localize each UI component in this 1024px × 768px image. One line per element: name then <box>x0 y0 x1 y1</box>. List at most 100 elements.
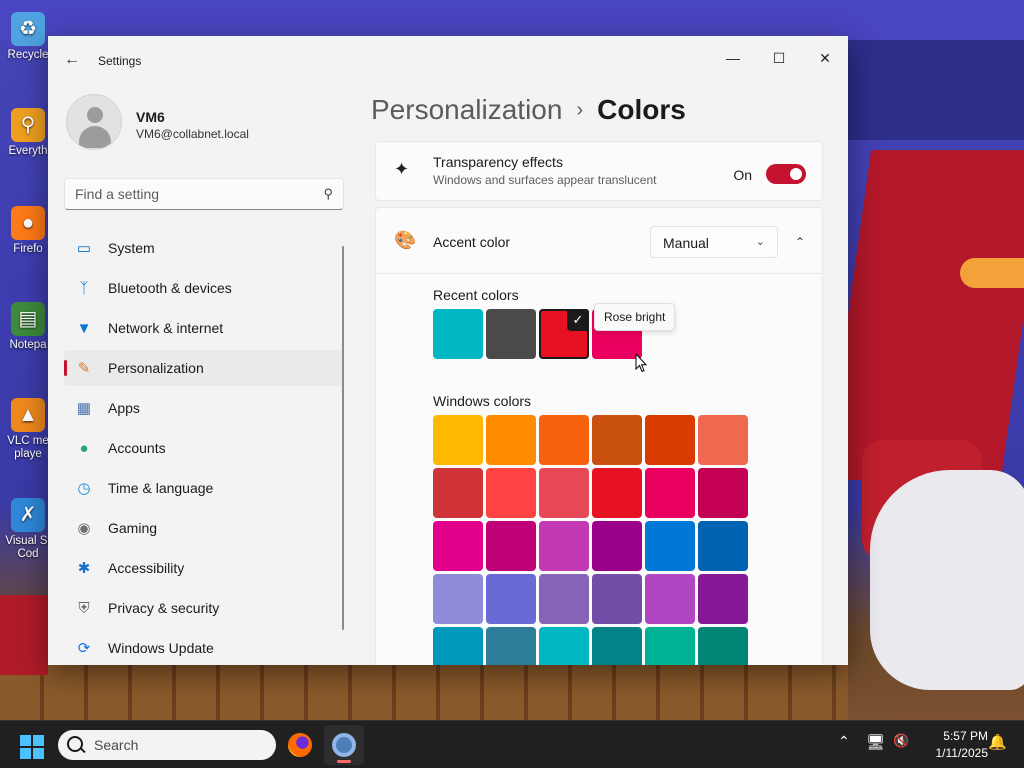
avatar-head-shape <box>87 107 103 123</box>
windows-color-swatch[interactable] <box>539 521 589 571</box>
windows-color-swatch[interactable] <box>698 574 748 624</box>
windows-color-swatch[interactable] <box>486 574 536 624</box>
windows-color-swatch[interactable] <box>645 468 695 518</box>
sidebar-item-accounts[interactable]: ● Accounts <box>64 430 344 466</box>
firefox-taskbar-button[interactable] <box>280 725 320 765</box>
sidebar-item-system[interactable]: ▭ System <box>64 230 344 266</box>
search-input[interactable] <box>75 185 305 203</box>
user-name: VM6 <box>136 109 165 125</box>
sidebar-item-accessibility[interactable]: ✱ Accessibility <box>64 550 344 586</box>
sidebar-item-bluetooth-devices[interactable]: ᛉ Bluetooth & devices <box>64 270 344 306</box>
back-arrow-icon[interactable]: ← <box>62 50 82 70</box>
windows-color-swatch[interactable] <box>645 574 695 624</box>
windows-color-swatch[interactable] <box>486 415 536 465</box>
network-icon[interactable]: 🖥 <box>866 733 885 751</box>
windows-color-swatch[interactable] <box>698 468 748 518</box>
windows-color-swatch[interactable] <box>433 521 483 571</box>
wallpaper-shape <box>0 595 48 675</box>
windows-color-swatch[interactable] <box>486 521 536 571</box>
sidebar-nav: ▭ System ᛉ Bluetooth & devices ▼ Network & in… <box>64 230 344 665</box>
wallpaper-shape <box>0 0 1024 40</box>
windows-colors-label: Windows colors <box>433 393 532 409</box>
avatar[interactable] <box>66 94 122 150</box>
sidebar-item-label: Gaming <box>108 520 158 536</box>
windows-color-swatch[interactable] <box>592 468 642 518</box>
accessibility-icon: ✱ <box>77 560 91 577</box>
chevron-down-icon: ⌄ <box>755 236 765 248</box>
color-tooltip: Rose bright <box>594 303 676 331</box>
windows-color-swatch[interactable] <box>698 521 748 571</box>
windows-color-swatch[interactable] <box>698 627 748 665</box>
transparency-subtitle: Windows and surfaces appear translucent <box>433 173 657 187</box>
start-button[interactable] <box>20 735 44 759</box>
system-display-icon: ▭ <box>76 240 92 257</box>
active-app-indicator <box>337 760 351 763</box>
sidebar-item-windows-update[interactable]: ⟳ Windows Update <box>64 630 344 665</box>
sidebar-scrollbar[interactable] <box>342 246 344 630</box>
windows-color-swatch[interactable] <box>592 574 642 624</box>
windows-color-swatch[interactable] <box>539 574 589 624</box>
windows-color-swatch[interactable] <box>592 521 642 571</box>
windows-color-swatch[interactable] <box>539 468 589 518</box>
chevron-up-icon[interactable]: ⌃ <box>838 733 850 750</box>
wallpaper-shape <box>0 665 848 720</box>
sidebar-item-label: System <box>108 240 155 256</box>
windows-color-swatch[interactable] <box>433 468 483 518</box>
search-icon <box>67 736 83 752</box>
mouse-cursor-icon <box>635 353 647 373</box>
minimize-button[interactable]: — <box>710 42 756 74</box>
windows-color-swatch[interactable] <box>486 468 536 518</box>
windows-color-swatch[interactable] <box>539 415 589 465</box>
vscode-icon: ✗ <box>11 498 45 532</box>
sidebar-item-label: Apps <box>108 400 140 416</box>
windows-color-swatch[interactable] <box>645 521 695 571</box>
settings-taskbar-button[interactable] <box>324 725 364 765</box>
clock-time: 5:57 PM <box>943 729 988 743</box>
bluetooth-icon: ᛉ <box>79 279 89 297</box>
taskbar-search[interactable]: Search <box>58 730 276 760</box>
windows-color-swatch[interactable] <box>539 627 589 665</box>
sidebar-item-network-internet[interactable]: ▼ Network & internet <box>64 310 344 346</box>
transparency-toggle[interactable] <box>766 164 806 184</box>
toggle-state-label: On <box>733 167 752 183</box>
settings-icon <box>332 733 356 757</box>
windows-color-swatch[interactable] <box>698 415 748 465</box>
maximize-button[interactable]: ☐ <box>756 42 802 74</box>
windows-color-swatch[interactable] <box>645 415 695 465</box>
accent-color-header[interactable]: 🎨 Accent color Manual ⌄ ⌃ <box>376 208 822 274</box>
recent-color-swatch[interactable]: ✓ <box>539 309 589 359</box>
windows-color-swatch[interactable] <box>592 627 642 665</box>
sidebar-item-privacy-security[interactable]: ⛨ Privacy & security <box>64 590 344 626</box>
recent-color-swatch[interactable] <box>486 309 536 359</box>
sidebar-item-gaming[interactable]: ◉ Gaming <box>64 510 344 546</box>
wallpaper-shape <box>870 470 1024 690</box>
sidebar-item-label: Network & internet <box>108 320 224 336</box>
windows-color-swatch[interactable] <box>592 415 642 465</box>
notification-bell-icon[interactable]: 🔔 <box>988 733 1007 751</box>
recent-color-swatch[interactable] <box>433 309 483 359</box>
chevron-up-icon[interactable]: ⌃ <box>786 228 814 256</box>
firefox-icon: ● <box>11 206 45 240</box>
search-icon[interactable]: ⚲ <box>323 186 333 202</box>
sidebar-item-time-language[interactable]: ◷ Time & language <box>64 470 344 506</box>
palette-icon: 🎨 <box>394 230 417 250</box>
windows-color-swatch[interactable] <box>433 415 483 465</box>
accent-mode-dropdown[interactable]: Manual ⌄ <box>650 226 778 258</box>
sidebar-item-personalization[interactable]: ✎ Personalization <box>64 350 344 386</box>
breadcrumb-parent[interactable]: Personalization <box>371 94 562 125</box>
volume-muted-icon[interactable]: 🔇 <box>893 733 909 749</box>
windows-color-swatch[interactable] <box>645 627 695 665</box>
sidebar-item-label: Accounts <box>108 440 166 456</box>
windows-color-swatch[interactable] <box>486 627 536 665</box>
windows-color-swatch[interactable] <box>433 574 483 624</box>
sidebar-item-label: Time & language <box>108 480 214 496</box>
page-title: Colors <box>597 94 686 125</box>
windows-color-swatch[interactable] <box>433 627 483 665</box>
close-button[interactable]: ✕ <box>802 42 848 74</box>
windows-logo-pane <box>33 748 44 759</box>
sidebar-item-label: Windows Update <box>108 640 214 656</box>
sidebar-item-apps[interactable]: ▦ Apps <box>64 390 344 426</box>
everything-search-icon: ⚲ <box>11 108 45 142</box>
clock[interactable]: 5:57 PM 1/11/2025 <box>918 728 989 762</box>
transparency-effects-card: ✦ Transparency effects Windows and surfa… <box>375 141 823 201</box>
